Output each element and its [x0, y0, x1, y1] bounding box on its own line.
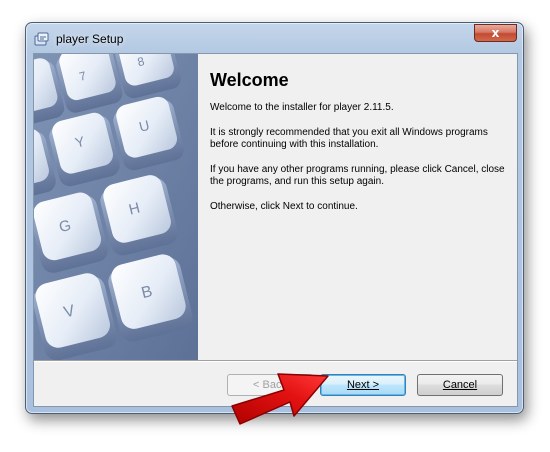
wizard-body: 6 7 8 T [33, 53, 518, 407]
keyboard-illustration: 6 7 8 T [34, 54, 198, 360]
next-button-label: Next > [346, 379, 380, 391]
red-arrow-icon [231, 373, 329, 425]
button-divider [34, 360, 517, 362]
cancel-button[interactable]: Cancel [417, 374, 503, 396]
window-title: player Setup [56, 32, 124, 46]
intro-text: Welcome to the installer for player 2.11… [210, 102, 394, 113]
close-button[interactable]: x [474, 24, 517, 42]
exit-programs-text: It is strongly recommended that you exit… [210, 127, 488, 150]
title-bar[interactable]: player Setup x [26, 23, 523, 53]
keyboard-image: 6 7 8 T [34, 54, 198, 360]
cancel-button-label: Cancel [442, 379, 478, 391]
page-title: Welcome [210, 70, 289, 90]
continue-instruction-text: Otherwise, click Next to continue. [210, 201, 358, 212]
installer-icon [34, 32, 49, 46]
cancel-instruction-text: If you have any other programs running, … [210, 164, 505, 187]
close-icon: x [491, 26, 500, 40]
setup-window: player Setup x 7 8 Y U G H V B Welcome W… [25, 22, 524, 414]
